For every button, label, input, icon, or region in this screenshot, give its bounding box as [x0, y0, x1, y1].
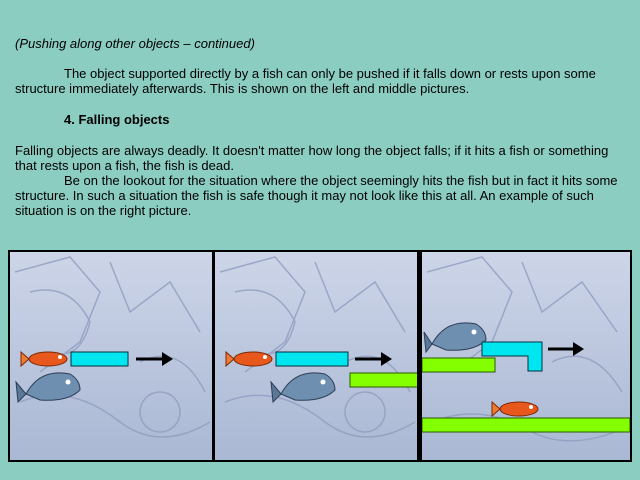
steel-block-icon — [70, 351, 129, 367]
panel-right-scene — [422, 252, 630, 460]
paragraph-pushing-text: The object supported directly by a fish … — [15, 66, 596, 96]
green-floor-icon — [422, 417, 630, 433]
panel-left-scene — [10, 252, 212, 460]
paragraph-pushing: The object supported directly by a fish … — [15, 66, 625, 96]
section-heading: 4. Falling objects — [64, 112, 170, 127]
panel-right — [422, 252, 630, 460]
steel-block-icon — [275, 351, 349, 367]
panel-middle — [215, 252, 417, 460]
green-platform-icon — [422, 357, 496, 373]
subtitle: (Pushing along other objects – continued… — [15, 36, 255, 51]
panel-left — [10, 252, 212, 460]
green-platform-icon — [349, 372, 417, 388]
illustration-panels — [8, 250, 632, 462]
paragraph-falling-detail: Be on the lookout for the situation wher… — [15, 173, 618, 218]
paragraph-falling-intro: Falling objects are always deadly. It do… — [15, 143, 609, 173]
paragraph-falling: Falling objects are always deadly. It do… — [15, 143, 625, 218]
panel-middle-scene — [215, 252, 417, 460]
